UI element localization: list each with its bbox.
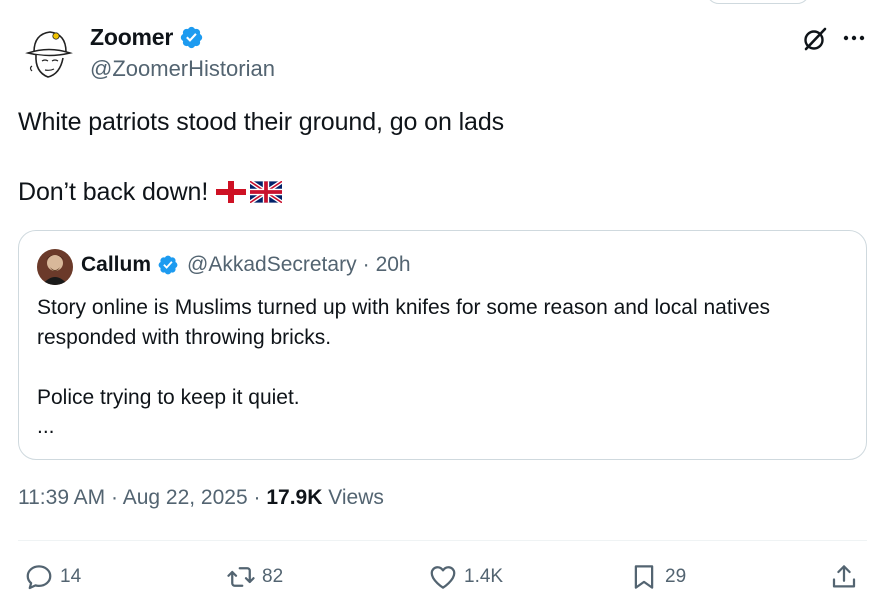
bookmark-button[interactable]: 29 — [629, 562, 686, 592]
views-count: 17.9K — [266, 486, 323, 509]
quoted-author-handle: @AkkadSecretary — [187, 253, 357, 276]
top-pill-button[interactable] — [706, 0, 810, 4]
quoted-text-ellipsis: ... — [37, 415, 55, 438]
quoted-text-line-2: responded with throwing bricks. — [37, 326, 332, 349]
repost-icon — [227, 567, 255, 587]
author-display-name[interactable]: Zoomer — [90, 24, 173, 51]
flag-emojis — [216, 181, 283, 203]
quoted-author-display-name: Callum — [81, 253, 152, 276]
reply-icon — [26, 565, 52, 590]
more-options-icon[interactable] — [841, 25, 867, 51]
flag-england-icon — [216, 181, 247, 203]
tweet-time[interactable]: 11:39 AM — [18, 486, 105, 509]
author-avatar[interactable] — [18, 22, 78, 82]
quoted-text-line-3: Police trying to keep it quiet. — [37, 386, 300, 409]
share-icon — [832, 565, 856, 588]
zoomer-avatar-icon — [25, 31, 73, 78]
actions-divider — [18, 540, 867, 541]
share-button[interactable] — [829, 562, 859, 592]
quoted-text-line-1: Story online is Muslims turned up with k… — [37, 296, 771, 319]
like-button[interactable]: 1.4K — [428, 562, 503, 592]
repost-count: 82 — [262, 566, 284, 587]
quoted-verified-badge-icon — [158, 255, 178, 275]
quoted-tweet-card[interactable]: Callum @AkkadSecretary · 20h Story onlin… — [18, 230, 867, 460]
reply-count: 14 — [60, 566, 82, 587]
quoted-separator: · — [362, 253, 370, 276]
grok-icon[interactable] — [801, 25, 829, 53]
bookmark-icon — [634, 565, 654, 589]
quoted-timestamp: 20h — [375, 253, 411, 276]
quoted-tweet-header: Callum @AkkadSecretary · 20h — [81, 253, 411, 277]
reply-button[interactable]: 14 — [24, 562, 81, 592]
tweet-text-line-1: White patriots stood their ground, go on… — [18, 108, 505, 136]
verified-badge-icon — [180, 26, 203, 49]
repost-button[interactable]: 82 — [226, 562, 283, 592]
like-count: 1.4K — [464, 566, 504, 587]
tweet-text-line-2-text: Don’t back down! — [18, 178, 209, 206]
tweet-text-line-2: Don’t back down! — [18, 176, 283, 208]
callum-avatar-icon — [37, 249, 73, 285]
author-handle[interactable]: @ZoomerHistorian — [90, 56, 275, 82]
tweet-date[interactable]: Aug 22, 2025 — [123, 486, 248, 509]
bookmark-count: 29 — [665, 566, 687, 587]
meta-separator-1: · — [111, 486, 119, 509]
meta-separator-2: · — [253, 486, 261, 509]
author-name-row: Zoomer — [90, 24, 204, 51]
heart-icon — [430, 566, 456, 589]
flag-uk-icon — [250, 181, 283, 203]
quoted-author-avatar[interactable] — [37, 249, 73, 285]
tweet-page: Zoomer @ZoomerHistorian White patriots s… — [0, 0, 895, 611]
tweet-meta: 11:39 AM · Aug 22, 2025 · 17.9K Views — [18, 486, 384, 510]
views-label: Views — [328, 486, 384, 509]
